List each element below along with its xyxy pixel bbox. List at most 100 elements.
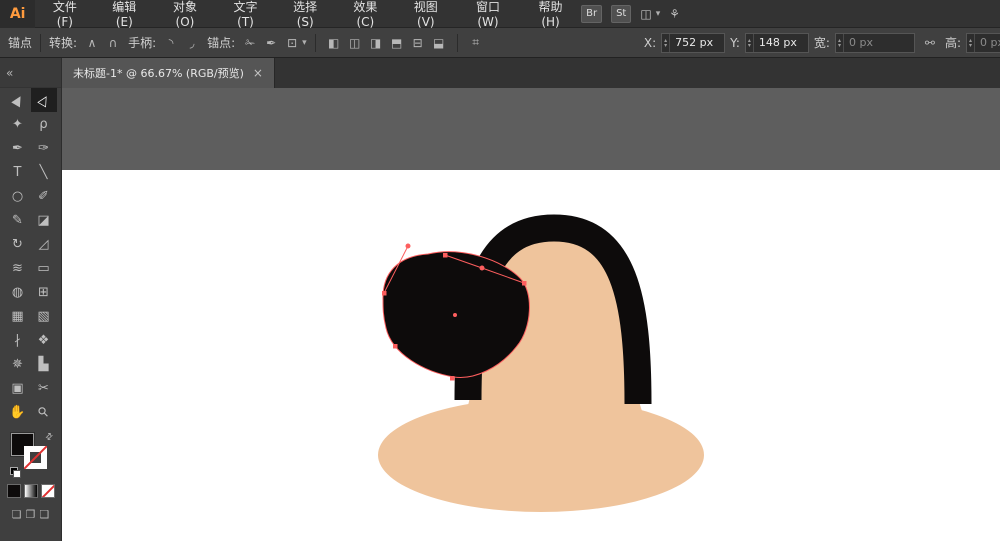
document-area: 未标题-1* @ 66.67% (RGB/预览) × (62, 58, 1000, 541)
lasso-tool[interactable]: ρ (31, 112, 57, 136)
hide-handles-icon[interactable]: ◞ (182, 33, 202, 53)
stroke-color-swatch[interactable] (23, 446, 47, 469)
remove-anchor-pen-icon[interactable]: ✒ (261, 33, 281, 53)
stock-button[interactable]: St (611, 4, 632, 23)
width-tool[interactable]: ≋ (5, 256, 31, 280)
document-tab[interactable]: 未标题-1* @ 66.67% (RGB/预览) × (62, 58, 275, 88)
menu-item[interactable]: 文件(F) (35, 0, 94, 29)
app-logo[interactable]: Ai (0, 0, 36, 28)
ellipse-tool[interactable]: ○ (5, 184, 31, 208)
constrain-link-icon[interactable]: ⚯ (920, 33, 940, 53)
chevron-down-icon[interactable]: ▾ (656, 9, 661, 19)
type-tool[interactable]: T (5, 160, 31, 184)
color-type-buttons (0, 484, 61, 498)
symbol-sprayer-tool[interactable]: ✵ (5, 352, 31, 376)
menu-item[interactable]: 文字(T) (216, 0, 276, 29)
anchor-buttons: ✁ ✒ ⊡ (240, 33, 302, 53)
direct-selection-tool[interactable]: ▷ (30, 88, 57, 112)
pen-tool[interactable]: ✒ (5, 136, 31, 160)
share-icon[interactable]: ⚘ (669, 7, 680, 21)
width-input[interactable]: ▴ ▾ 0 px (834, 32, 915, 53)
none-button[interactable] (40, 484, 55, 498)
align-center-icon[interactable]: ◫ (345, 33, 365, 53)
x-stepper[interactable]: ▴ ▾ (662, 33, 671, 52)
align-right-icon[interactable]: ◨ (366, 33, 386, 53)
menu-item[interactable]: 效果(C) (335, 0, 396, 29)
eyedropper-tool[interactable]: ∤ (5, 328, 31, 352)
isolate-selection-icon[interactable]: ⊡ (282, 33, 302, 53)
selection-tool[interactable]: ▶ (5, 88, 31, 112)
cut-path-icon[interactable]: ✁ (240, 33, 260, 53)
slice-tool[interactable]: ✂ (31, 376, 57, 400)
align-buttons: ◧ ◫ ◨ ⬒ ⊟ ⬓ (324, 33, 449, 53)
convert-corner-icon[interactable]: ∧ (82, 33, 102, 53)
menu-item[interactable]: 帮助(H) (520, 0, 581, 29)
anchor-point[interactable] (393, 344, 398, 349)
color-button[interactable] (6, 484, 21, 498)
convert-smooth-icon[interactable]: ∩ (103, 33, 123, 53)
object-center-point[interactable] (453, 313, 457, 317)
line-tool[interactable]: ╲ (31, 160, 57, 184)
height-stepper[interactable]: ▴ ▾ (967, 33, 976, 52)
anchor-point[interactable] (382, 291, 387, 296)
fill-stroke-swatches: ⇄ (9, 431, 56, 478)
anchor-point[interactable] (443, 253, 448, 258)
shape-builder-tool[interactable]: ◍ (5, 280, 31, 304)
height-input[interactable]: ▴▾ 0 px (966, 32, 1000, 53)
rotate-tool[interactable]: ↻ (5, 232, 31, 256)
menu-item[interactable]: 对象(O) (154, 0, 216, 29)
tools-grid: ▶ ▷ ✦ ρ ✒ ✑ T ╲ ○ ✐ ✎ ◪ ↻ ◿ ≋ ▭ ◍ ⊞ ▦ ▧ ∤ ❖ ✵ ▙ ▣ ✂ ✋ ⚲ (0, 88, 61, 424)
menu-item[interactable]: 编辑(E) (94, 0, 154, 29)
column-graph-tool[interactable]: ▙ (31, 352, 57, 376)
isolate-chevron-icon[interactable]: ▾ (302, 38, 307, 48)
x-input[interactable]: ▴ ▾ 752 px (661, 32, 726, 53)
blend-tool[interactable]: ❖ (31, 328, 57, 352)
perspective-grid-tool[interactable]: ⊞ (31, 280, 57, 304)
paintbrush-tool[interactable]: ✐ (31, 184, 57, 208)
close-tab-icon[interactable]: × (253, 67, 263, 79)
reference-point-icon[interactable]: ⌗ (466, 33, 486, 53)
shoulders-shape[interactable] (378, 398, 704, 512)
convert-label: 转换: (49, 36, 78, 50)
curvature-tool[interactable]: ✑ (31, 136, 57, 160)
y-label: Y: (730, 35, 740, 50)
anchor-point[interactable] (450, 376, 455, 381)
align-middle-icon[interactable]: ⊟ (408, 33, 428, 53)
align-top-icon[interactable]: ⬒ (387, 33, 407, 53)
collapse-panel-icon[interactable]: « (6, 66, 13, 80)
magic-wand-tool[interactable]: ✦ (5, 112, 31, 136)
gradient-tool[interactable]: ▧ (31, 304, 57, 328)
gradient-button[interactable] (23, 484, 38, 498)
free-transform-tool[interactable]: ▭ (31, 256, 57, 280)
draw-behind-icon[interactable]: ❐ (26, 508, 36, 521)
show-handles-icon[interactable]: ◝ (161, 33, 181, 53)
convert-buttons: ∧ ∩ (82, 33, 123, 53)
anchor-point[interactable] (522, 281, 527, 286)
hand-tool[interactable]: ✋ (5, 400, 31, 424)
bridge-button[interactable]: Br (581, 4, 603, 23)
handle-endpoint[interactable] (405, 243, 411, 249)
handle-endpoint[interactable] (479, 265, 485, 271)
pencil-tool[interactable]: ✎ (5, 208, 31, 232)
menu-item[interactable]: 窗口(W) (456, 0, 520, 29)
y-input[interactable]: ▴ ▾ 148 px (744, 32, 809, 53)
menu-item[interactable]: 选择(S) (275, 0, 335, 29)
draw-normal-icon[interactable]: ❏ (12, 508, 22, 521)
width-stepper[interactable]: ▴ ▾ (836, 33, 844, 52)
divider (314, 33, 316, 52)
workspace-switcher-icon[interactable]: ◫ (640, 7, 651, 21)
x-value: 752 px (675, 36, 714, 49)
menu-item[interactable]: 视图(V) (396, 0, 456, 29)
eraser-tool[interactable]: ◪ (31, 208, 57, 232)
artboard-tool[interactable]: ▣ (5, 376, 31, 400)
scale-tool[interactable]: ◿ (31, 232, 57, 256)
default-swatches-icon[interactable] (9, 467, 21, 478)
align-left-icon[interactable]: ◧ (324, 33, 344, 53)
zoom-tool[interactable]: ⚲ (31, 400, 57, 424)
canvas-area[interactable] (62, 88, 1000, 541)
y-stepper[interactable]: ▴ ▾ (746, 33, 754, 52)
swap-fill-stroke-icon[interactable]: ⇄ (44, 431, 56, 443)
mesh-tool[interactable]: ▦ (5, 304, 31, 328)
align-bottom-icon[interactable]: ⬓ (429, 33, 449, 53)
draw-inside-icon[interactable]: ❑ (39, 508, 49, 521)
